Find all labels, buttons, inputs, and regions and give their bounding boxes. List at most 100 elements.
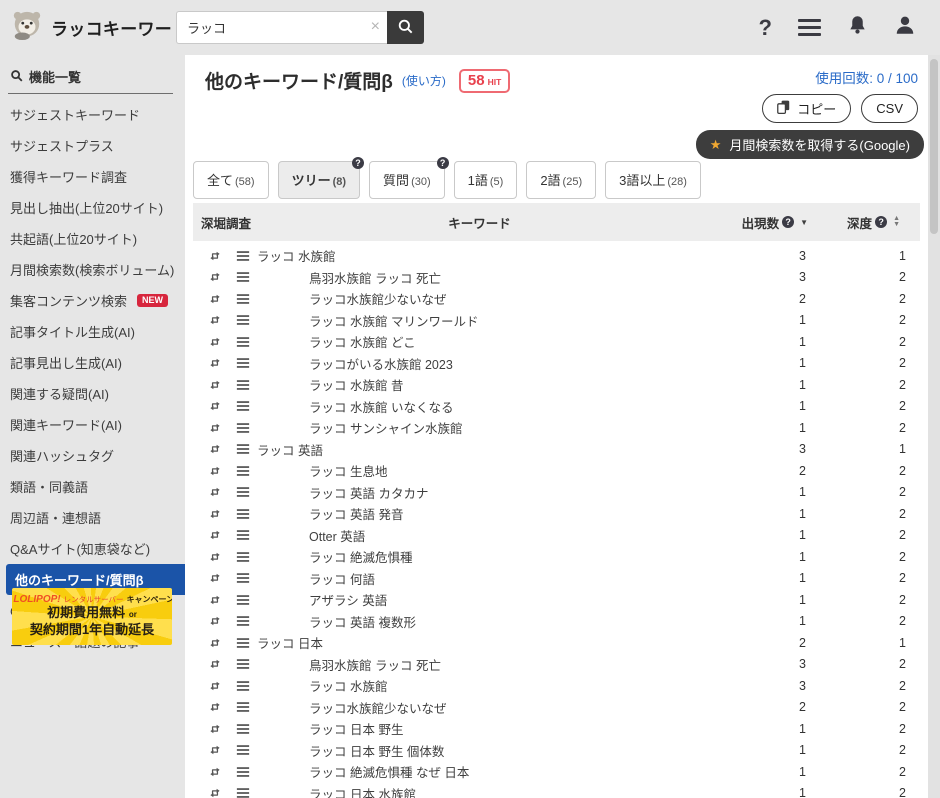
row-menu-icon[interactable] bbox=[229, 722, 257, 736]
sidebar-item[interactable]: 見出し抽出(上位20サイト) bbox=[0, 192, 185, 223]
depth-help-icon[interactable]: ? bbox=[875, 216, 887, 228]
deep-dive-search-icon[interactable] bbox=[201, 270, 229, 284]
sidebar-item[interactable]: サジェストキーワード bbox=[0, 99, 185, 130]
sidebar-item[interactable]: サジェストプラス bbox=[0, 130, 185, 161]
search-button[interactable] bbox=[387, 11, 424, 44]
sidebar-item[interactable]: 関連ハッシュタグ bbox=[0, 440, 185, 471]
deep-dive-search-icon[interactable] bbox=[201, 485, 229, 499]
deep-dive-search-icon[interactable] bbox=[201, 679, 229, 693]
row-menu-icon[interactable] bbox=[229, 593, 257, 607]
row-menu-icon[interactable] bbox=[229, 378, 257, 392]
deep-dive-search-icon[interactable] bbox=[201, 421, 229, 435]
row-menu-icon[interactable] bbox=[229, 550, 257, 564]
deep-dive-search-icon[interactable] bbox=[201, 765, 229, 779]
deep-dive-search-icon[interactable] bbox=[201, 442, 229, 456]
row-menu-icon[interactable] bbox=[229, 679, 257, 693]
row-menu-icon[interactable] bbox=[229, 335, 257, 349]
row-menu-icon[interactable] bbox=[229, 571, 257, 585]
tab-1語[interactable]: 1語(5) bbox=[454, 161, 518, 199]
deep-dive-search-icon[interactable] bbox=[201, 292, 229, 306]
tab-全て[interactable]: 全て(58) bbox=[193, 161, 269, 199]
deep-dive-search-icon[interactable] bbox=[201, 507, 229, 521]
deep-dive-search-icon[interactable] bbox=[201, 571, 229, 585]
deep-dive-search-icon[interactable] bbox=[201, 550, 229, 564]
tab-help-icon[interactable]: ? bbox=[437, 157, 449, 169]
deep-dive-search-icon[interactable] bbox=[201, 722, 229, 736]
sidebar-item[interactable]: 獲得キーワード調査 bbox=[0, 161, 185, 192]
deep-dive-search-icon[interactable] bbox=[201, 657, 229, 671]
row-menu-icon[interactable] bbox=[229, 700, 257, 714]
count-help-icon[interactable]: ? bbox=[782, 216, 794, 228]
help-icon[interactable]: ? bbox=[759, 15, 772, 41]
deep-dive-search-icon[interactable] bbox=[201, 335, 229, 349]
row-menu-icon[interactable] bbox=[229, 313, 257, 327]
row-menu-icon[interactable] bbox=[229, 356, 257, 370]
sidebar-item[interactable]: Q&Aサイト(知恵袋など) bbox=[0, 533, 185, 564]
row-menu-icon[interactable] bbox=[229, 249, 257, 263]
app-logo[interactable]: ラッコキーワード bbox=[0, 9, 175, 46]
sidebar-item[interactable]: 集客コンテンツ検索NEW bbox=[0, 285, 185, 316]
row-menu-icon[interactable] bbox=[229, 421, 257, 435]
row-menu-icon[interactable] bbox=[229, 765, 257, 779]
row-menu-icon[interactable] bbox=[229, 292, 257, 306]
sidebar-item[interactable]: 周辺語・連想語 bbox=[0, 502, 185, 533]
sidebar-item[interactable]: 類語・同義語 bbox=[0, 471, 185, 502]
row-menu-icon[interactable] bbox=[229, 743, 257, 757]
deep-dive-search-icon[interactable] bbox=[201, 700, 229, 714]
column-depth-sort[interactable]: 深度 ? ▲▼ bbox=[812, 213, 920, 232]
deep-dive-search-icon[interactable] bbox=[201, 249, 229, 263]
deep-dive-search-icon[interactable] bbox=[201, 528, 229, 542]
get-monthly-search-volume-button[interactable]: ★ 月間検索数を取得する(Google) bbox=[696, 130, 924, 159]
deep-dive-search-icon[interactable] bbox=[201, 399, 229, 413]
row-menu-icon[interactable] bbox=[229, 464, 257, 478]
deep-dive-search-icon[interactable] bbox=[201, 464, 229, 478]
copy-button[interactable]: コピー bbox=[762, 94, 851, 123]
howto-link[interactable]: (使い方) bbox=[402, 72, 446, 89]
tab-質問[interactable]: 質問(30)? bbox=[369, 161, 445, 199]
sidebar-item[interactable]: 関連キーワード(AI) bbox=[0, 409, 185, 440]
tab-help-icon[interactable]: ? bbox=[352, 157, 364, 169]
lolipop-ad-banner[interactable]: 💧 LOLIPOP! レンタルサーバー キャンペーン中! 初期費用無料 or 契… bbox=[12, 588, 172, 645]
deep-dive-search-icon[interactable] bbox=[201, 378, 229, 392]
sidebar-item[interactable]: 記事見出し生成(AI) bbox=[0, 347, 185, 378]
csv-button[interactable]: CSV bbox=[861, 94, 918, 123]
deep-dive-search-icon[interactable] bbox=[201, 313, 229, 327]
search-input[interactable] bbox=[176, 11, 387, 44]
deep-dive-search-icon[interactable] bbox=[201, 356, 229, 370]
keyword-text: ラッコ 日本 水族館 bbox=[257, 784, 702, 798]
deep-dive-search-icon[interactable] bbox=[201, 786, 229, 798]
sidebar-item[interactable]: 関連する疑問(AI) bbox=[0, 378, 185, 409]
table-row: ラッコ 日本21 bbox=[193, 632, 920, 654]
row-menu-icon[interactable] bbox=[229, 270, 257, 284]
row-menu-icon[interactable] bbox=[229, 442, 257, 456]
menu-icon[interactable] bbox=[798, 19, 821, 36]
row-menu-icon[interactable] bbox=[229, 614, 257, 628]
sidebar-item-label: 関連する疑問(AI) bbox=[10, 384, 109, 403]
sidebar-item[interactable]: 記事タイトル生成(AI) bbox=[0, 316, 185, 347]
row-menu-icon[interactable] bbox=[229, 786, 257, 798]
account-icon[interactable] bbox=[894, 14, 916, 41]
notifications-bell-icon[interactable] bbox=[847, 14, 868, 41]
table-row: ラッコがいる水族館 202312 bbox=[193, 353, 920, 375]
row-menu-icon[interactable] bbox=[229, 485, 257, 499]
column-count-sort[interactable]: 出現数 ? ▼ bbox=[702, 213, 812, 232]
sidebar-item[interactable]: 月間検索数(検索ボリューム) bbox=[0, 254, 185, 285]
sidebar-item[interactable]: 共起語(上位20サイト) bbox=[0, 223, 185, 254]
row-menu-icon[interactable] bbox=[229, 657, 257, 671]
topbar-icons: ? bbox=[759, 14, 940, 41]
tab-ツリー[interactable]: ツリー(8)? bbox=[278, 161, 360, 199]
deep-dive-search-icon[interactable] bbox=[201, 636, 229, 650]
row-menu-icon[interactable] bbox=[229, 528, 257, 542]
table-header: 深堀調査 キーワード 出現数 ? ▼ 深度 ? ▲▼ bbox=[193, 203, 920, 241]
tab-3語以上[interactable]: 3語以上(28) bbox=[605, 161, 701, 199]
scrollbar-thumb[interactable] bbox=[930, 59, 938, 234]
deep-dive-search-icon[interactable] bbox=[201, 743, 229, 757]
row-menu-icon[interactable] bbox=[229, 399, 257, 413]
deep-dive-search-icon[interactable] bbox=[201, 593, 229, 607]
clear-search-icon[interactable]: × bbox=[371, 17, 380, 37]
row-menu-icon[interactable] bbox=[229, 507, 257, 521]
deep-dive-search-icon[interactable] bbox=[201, 614, 229, 628]
page-scrollbar[interactable] bbox=[928, 55, 940, 798]
row-menu-icon[interactable] bbox=[229, 636, 257, 650]
tab-2語[interactable]: 2語(25) bbox=[526, 161, 596, 199]
